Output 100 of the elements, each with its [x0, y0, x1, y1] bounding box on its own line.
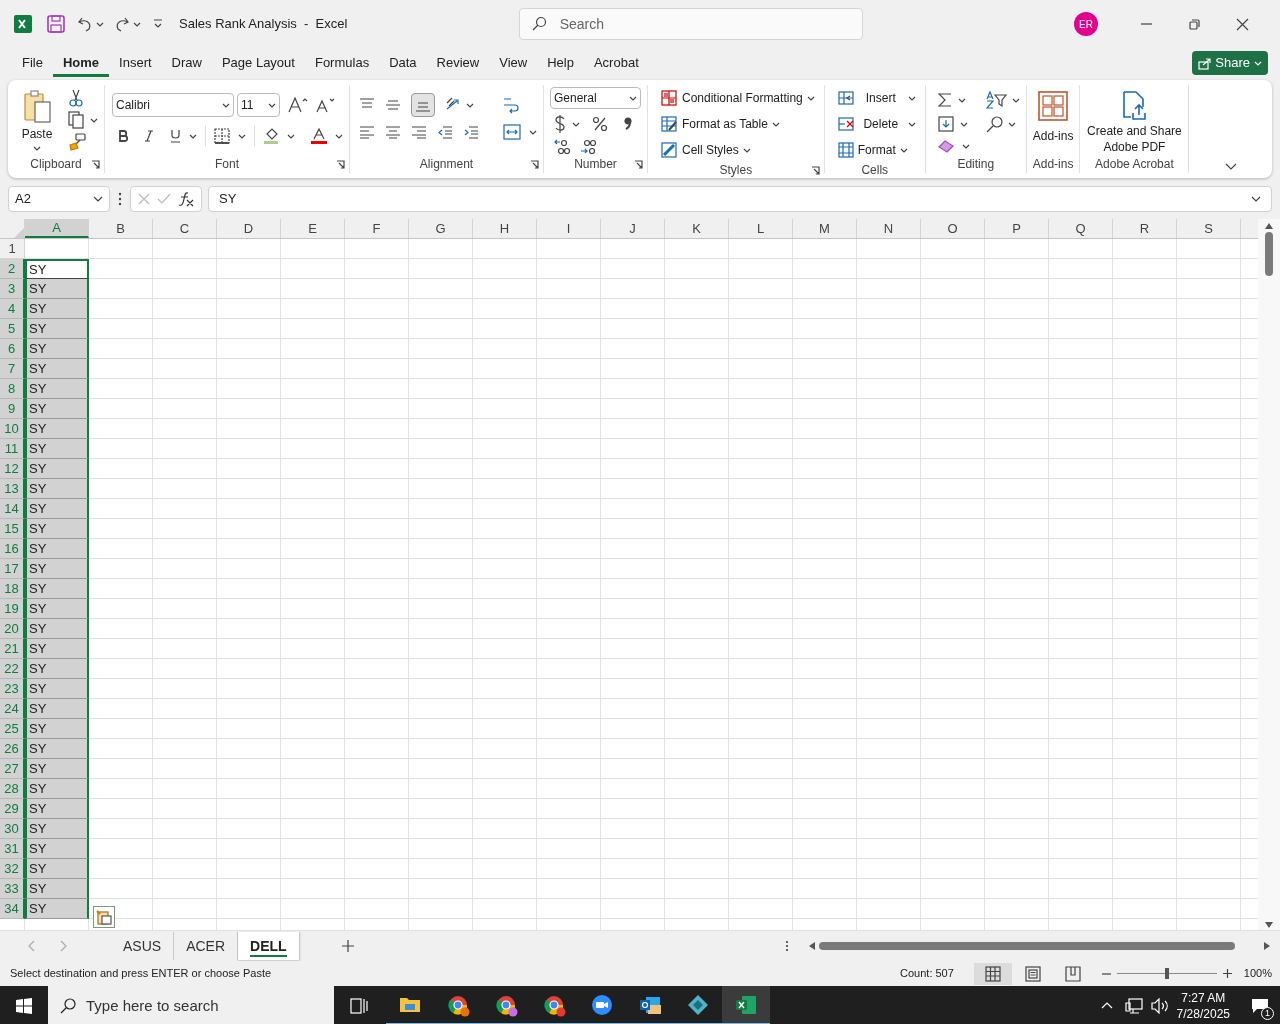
- dialog-launcher-icon[interactable]: [810, 166, 820, 175]
- caret-icon[interactable]: [189, 133, 197, 139]
- show-hidden-icons-icon[interactable]: [1100, 1002, 1113, 1009]
- copy-icon[interactable]: [68, 111, 84, 129]
- row-header[interactable]: 28: [0, 779, 25, 799]
- row-header[interactable]: 29: [0, 799, 25, 819]
- font-name-dropdown[interactable]: Calibri: [112, 93, 234, 117]
- bold-icon[interactable]: [118, 130, 128, 142]
- middle-align-icon[interactable]: [385, 98, 401, 112]
- column-header[interactable]: Q: [1049, 219, 1113, 238]
- align-left-icon[interactable]: [359, 125, 375, 139]
- caret-icon[interactable]: [907, 121, 916, 127]
- vertical-scrollbar-thumb[interactable]: [1265, 232, 1273, 276]
- sheet-tab[interactable]: ASUS: [111, 932, 175, 960]
- cell-styles-button[interactable]: Cell Styles: [658, 139, 818, 161]
- format-painter-icon[interactable]: [68, 133, 86, 151]
- ribbon-tab[interactable]: Home: [52, 49, 110, 77]
- number-format-dropdown[interactable]: General: [550, 87, 641, 109]
- redo-button[interactable]: [114, 16, 141, 32]
- share-button[interactable]: Share: [1192, 51, 1268, 75]
- zoom-level[interactable]: 100%: [1243, 965, 1272, 982]
- row-header[interactable]: 31: [0, 839, 25, 859]
- scissors-icon[interactable]: [68, 89, 84, 107]
- search-field[interactable]: Search: [518, 8, 863, 40]
- font-size-dropdown[interactable]: 11: [237, 93, 280, 117]
- row-header[interactable]: 6: [0, 339, 25, 359]
- delete-cells-button[interactable]: Delete: [834, 113, 919, 135]
- row-header[interactable]: 34: [0, 899, 25, 919]
- ribbon-tab[interactable]: Formulas: [304, 49, 380, 77]
- row-header[interactable]: 32: [0, 859, 25, 879]
- volume-icon[interactable]: [1150, 997, 1169, 1014]
- row-header[interactable]: 2: [0, 259, 25, 279]
- caret-icon[interactable]: [96, 21, 104, 27]
- paste-options-button[interactable]: [93, 906, 115, 928]
- column-header[interactable]: K: [665, 219, 729, 238]
- row-header[interactable]: 9: [0, 399, 25, 419]
- percent-icon[interactable]: [592, 116, 608, 132]
- align-right-icon[interactable]: [411, 125, 427, 139]
- autosum-icon[interactable]: [937, 92, 952, 108]
- italic-icon[interactable]: [144, 130, 154, 142]
- column-header[interactable]: E: [281, 219, 345, 238]
- scroll-down-icon[interactable]: [1265, 922, 1273, 928]
- notifications-button[interactable]: 1: [1240, 986, 1280, 1024]
- dialog-launcher-icon[interactable]: [91, 160, 100, 169]
- caret-icon[interactable]: [572, 121, 580, 127]
- column-header[interactable]: F: [345, 219, 409, 238]
- fill-icon[interactable]: [937, 116, 954, 132]
- row-header[interactable]: 8: [0, 379, 25, 399]
- ribbon-tab[interactable]: Draw: [161, 49, 212, 77]
- dialog-launcher-icon[interactable]: [634, 160, 643, 169]
- column-header[interactable]: J: [601, 219, 665, 238]
- row-header[interactable]: 16: [0, 539, 25, 559]
- row-header[interactable]: 33: [0, 879, 25, 899]
- merge-center-icon[interactable]: [503, 124, 521, 140]
- sheet-tab[interactable]: DELL: [238, 932, 300, 960]
- format-cells-button[interactable]: Format: [834, 139, 919, 161]
- column-header[interactable]: O: [921, 219, 985, 238]
- row-header[interactable]: 21: [0, 639, 25, 659]
- network-icon[interactable]: [1124, 997, 1143, 1014]
- ribbon-tab[interactable]: Insert: [109, 49, 162, 77]
- dialog-launcher-icon[interactable]: [530, 160, 539, 169]
- add-ins-button[interactable]: Add-ins: [1032, 85, 1074, 155]
- row-header[interactable]: 18: [0, 579, 25, 599]
- caret-icon[interactable]: [961, 143, 970, 149]
- customize-toolbar-icon[interactable]: [153, 19, 163, 29]
- row-header[interactable]: 24: [0, 699, 25, 719]
- column-header[interactable]: L: [729, 219, 793, 238]
- column-header[interactable]: G: [409, 219, 473, 238]
- more-options-icon[interactable]: [784, 940, 789, 952]
- eraser-icon[interactable]: [937, 139, 956, 153]
- row-header[interactable]: 23: [0, 679, 25, 699]
- horizontal-scrollbar-thumb[interactable]: [818, 942, 1235, 950]
- collapse-ribbon-icon[interactable]: [1224, 163, 1237, 170]
- comma-style-icon[interactable]: [624, 117, 632, 131]
- row-header[interactable]: 19: [0, 599, 25, 619]
- taskbar-search-field[interactable]: Type here to search: [48, 986, 334, 1024]
- ribbon-tab[interactable]: Data: [379, 49, 427, 77]
- zoom-in-icon[interactable]: [1222, 969, 1232, 978]
- caret-icon[interactable]: [133, 21, 141, 27]
- undo-button[interactable]: [77, 16, 104, 32]
- column-header[interactable]: M: [793, 219, 857, 238]
- column-header[interactable]: C: [153, 219, 217, 238]
- decrease-font-size-icon[interactable]: [314, 96, 336, 114]
- column-header[interactable]: S: [1177, 219, 1241, 238]
- name-box[interactable]: A2: [8, 186, 110, 212]
- more-options-icon[interactable]: [118, 192, 122, 206]
- caret-icon[interactable]: [899, 147, 908, 153]
- scroll-right-icon[interactable]: [1263, 942, 1270, 950]
- caret-icon[interactable]: [1011, 97, 1020, 103]
- row-header[interactable]: 30: [0, 819, 25, 839]
- font-color-icon[interactable]: [311, 128, 327, 144]
- create-pdf-button[interactable]: Create and Share Adobe PDF: [1086, 85, 1183, 155]
- caret-icon[interactable]: [287, 133, 295, 139]
- row-header[interactable]: 10: [0, 419, 25, 439]
- column-header[interactable]: A: [25, 219, 89, 238]
- ribbon-tab[interactable]: Acrobat: [583, 49, 649, 77]
- currency-icon[interactable]: [554, 115, 566, 133]
- ribbon-tab[interactable]: Review: [426, 49, 490, 77]
- paste-button[interactable]: Paste: [14, 85, 60, 155]
- increase-font-size-icon[interactable]: [287, 96, 309, 114]
